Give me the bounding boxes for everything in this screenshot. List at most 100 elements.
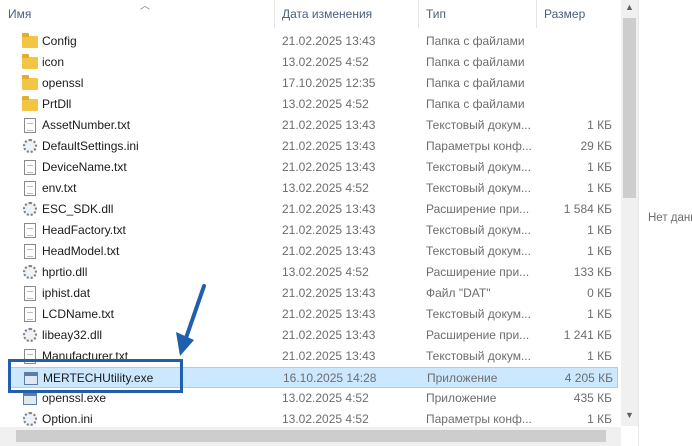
- file-row[interactable]: hprtio.dll 13.02.2025 4:52 Расширение при.…: [8, 262, 618, 283]
- file-row[interactable]: env.txt 13.02.2025 4:52 Текстовый докум...…: [8, 178, 618, 199]
- file-name: PrtDll: [42, 97, 72, 111]
- dll-file-icon: [23, 265, 37, 279]
- file-name: icon: [42, 55, 65, 69]
- file-size: [542, 94, 612, 115]
- folder-icon: [22, 33, 38, 48]
- column-divider[interactable]: [274, 0, 275, 28]
- file-type: Текстовый докум...: [426, 349, 531, 363]
- file-date: 13.02.2025 4:52: [282, 97, 369, 111]
- horizontal-scrollbar-thumb[interactable]: [16, 430, 606, 442]
- file-name: Config: [42, 34, 77, 48]
- file-size: 1 КБ: [587, 160, 612, 174]
- file-name: DefaultSettings.ini: [42, 139, 139, 153]
- file-row[interactable]: LCDName.txt 21.02.2025 13:43 Текстовый док…: [8, 304, 618, 325]
- file-icon: [24, 286, 36, 301]
- column-divider[interactable]: [418, 0, 419, 28]
- file-row[interactable]: Config 21.02.2025 13:43 Папка с файлами: [8, 31, 618, 52]
- file-size: 435 КБ: [573, 391, 612, 405]
- file-row[interactable]: libeay32.dll 21.02.2025 13:43 Расширение п…: [8, 325, 618, 346]
- file-size: 1 КБ: [587, 223, 612, 237]
- file-type: Текстовый докум...: [426, 118, 531, 132]
- file-date: 21.02.2025 13:43: [282, 34, 376, 48]
- file-type: Текстовый докум...: [426, 181, 531, 195]
- scroll-up-icon[interactable]: ▲: [624, 2, 635, 12]
- vertical-scrollbar[interactable]: ▲ ▼: [621, 0, 638, 426]
- file-type: Папка с файлами: [426, 76, 525, 90]
- file-type: Параметры конф...: [426, 139, 532, 153]
- file-row[interactable]: PrtDll 13.02.2025 4:52 Папка с файлами: [8, 94, 618, 115]
- file-type: Приложение: [427, 371, 498, 385]
- file-row[interactable]: iphist.dat 21.02.2025 13:43 Файл "DAT" 0 КБ: [8, 283, 618, 304]
- file-size: 133 КБ: [573, 265, 612, 279]
- pane-divider[interactable]: [638, 0, 639, 446]
- file-row[interactable]: AssetNumber.txt 21.02.2025 13:43 Текстовый…: [8, 115, 618, 136]
- annotation-arrow-icon: [176, 284, 206, 356]
- file-type: Текстовый докум...: [426, 223, 531, 237]
- file-name: HeadModel.txt: [42, 244, 120, 258]
- file-type: Файл "DAT": [426, 286, 491, 300]
- file-date: 21.02.2025 13:43: [282, 118, 376, 132]
- file-size: [542, 73, 612, 94]
- file-row[interactable]: openssl 17.10.2025 12:35 Папка с файлами: [8, 73, 618, 94]
- file-size: [542, 31, 612, 52]
- file-size: 0 КБ: [587, 286, 612, 300]
- file-type: Текстовый докум...: [426, 307, 531, 321]
- file-row[interactable]: DeviceName.txt 21.02.2025 13:43 Текстовый …: [8, 157, 618, 178]
- file-date: 21.02.2025 13:43: [282, 244, 376, 258]
- scrollbar-thumb[interactable]: [623, 18, 636, 198]
- folder-icon: [22, 75, 38, 90]
- horizontal-scrollbar[interactable]: [0, 427, 621, 446]
- file-date: 13.02.2025 4:52: [282, 181, 369, 195]
- folder-icon: [22, 54, 38, 69]
- file-type: Расширение при...: [426, 265, 530, 279]
- file-row[interactable]: HeadModel.txt 21.02.2025 13:43 Текстовый д…: [8, 241, 618, 262]
- file-date: 21.02.2025 13:43: [282, 139, 376, 153]
- file-name: libeay32.dll: [42, 328, 103, 342]
- file-size: 1 241 КБ: [563, 328, 612, 342]
- file-type: Расширение при...: [426, 328, 530, 342]
- settings-file-icon: [23, 412, 37, 426]
- file-size: 4 205 КБ: [564, 371, 613, 385]
- file-name: hprtio.dll: [42, 265, 88, 279]
- highlight-box: [8, 359, 183, 393]
- settings-file-icon: [23, 139, 37, 153]
- file-type: Текстовый докум...: [426, 244, 531, 258]
- file-size: 29 КБ: [580, 139, 612, 153]
- folder-icon: [22, 96, 38, 111]
- file-date: 21.02.2025 13:43: [282, 202, 376, 216]
- scroll-down-icon[interactable]: ▼: [624, 410, 635, 420]
- file-name: env.txt: [42, 181, 77, 195]
- file-name: ESC_SDK.dll: [42, 202, 114, 216]
- file-type: Папка с файлами: [426, 55, 525, 69]
- file-date: 21.02.2025 13:43: [282, 307, 376, 321]
- column-header-name[interactable]: Имя: [8, 0, 268, 28]
- file-name: iphist.dat: [42, 286, 91, 300]
- file-size: [542, 52, 612, 73]
- column-header-size[interactable]: Размер: [544, 0, 614, 28]
- column-divider[interactable]: [536, 0, 537, 28]
- file-size: 1 584 КБ: [563, 202, 612, 216]
- file-type: Расширение при...: [426, 202, 530, 216]
- file-type: Папка с файлами: [426, 34, 525, 48]
- file-name: LCDName.txt: [42, 307, 115, 321]
- text-file-icon: [24, 244, 36, 259]
- file-row[interactable]: HeadFactory.txt 21.02.2025 13:43 Текстовый…: [8, 220, 618, 241]
- file-row[interactable]: ESC_SDK.dll 21.02.2025 13:43 Расширение пр…: [8, 199, 618, 220]
- file-name: AssetNumber.txt: [42, 118, 131, 132]
- text-file-icon: [24, 307, 36, 322]
- file-size: 1 КБ: [587, 181, 612, 195]
- column-header-type[interactable]: Тип: [426, 0, 536, 28]
- file-row[interactable]: icon 13.02.2025 4:52 Папка с файлами: [8, 52, 618, 73]
- text-file-icon: [24, 181, 36, 196]
- text-file-icon: [24, 223, 36, 238]
- file-date: 21.02.2025 13:43: [282, 328, 376, 342]
- dll-file-icon: [23, 202, 37, 216]
- exe-file-icon: [23, 392, 37, 405]
- file-name: DeviceName.txt: [42, 160, 127, 174]
- file-size: 1 КБ: [587, 349, 612, 363]
- file-date: 21.02.2025 13:43: [282, 349, 376, 363]
- column-header-date[interactable]: Дата изменения: [282, 0, 412, 28]
- file-size: 1 КБ: [587, 118, 612, 132]
- file-row[interactable]: DefaultSettings.ini 21.02.2025 13:43 Парам…: [8, 136, 618, 157]
- file-date: 21.02.2025 13:43: [282, 223, 376, 237]
